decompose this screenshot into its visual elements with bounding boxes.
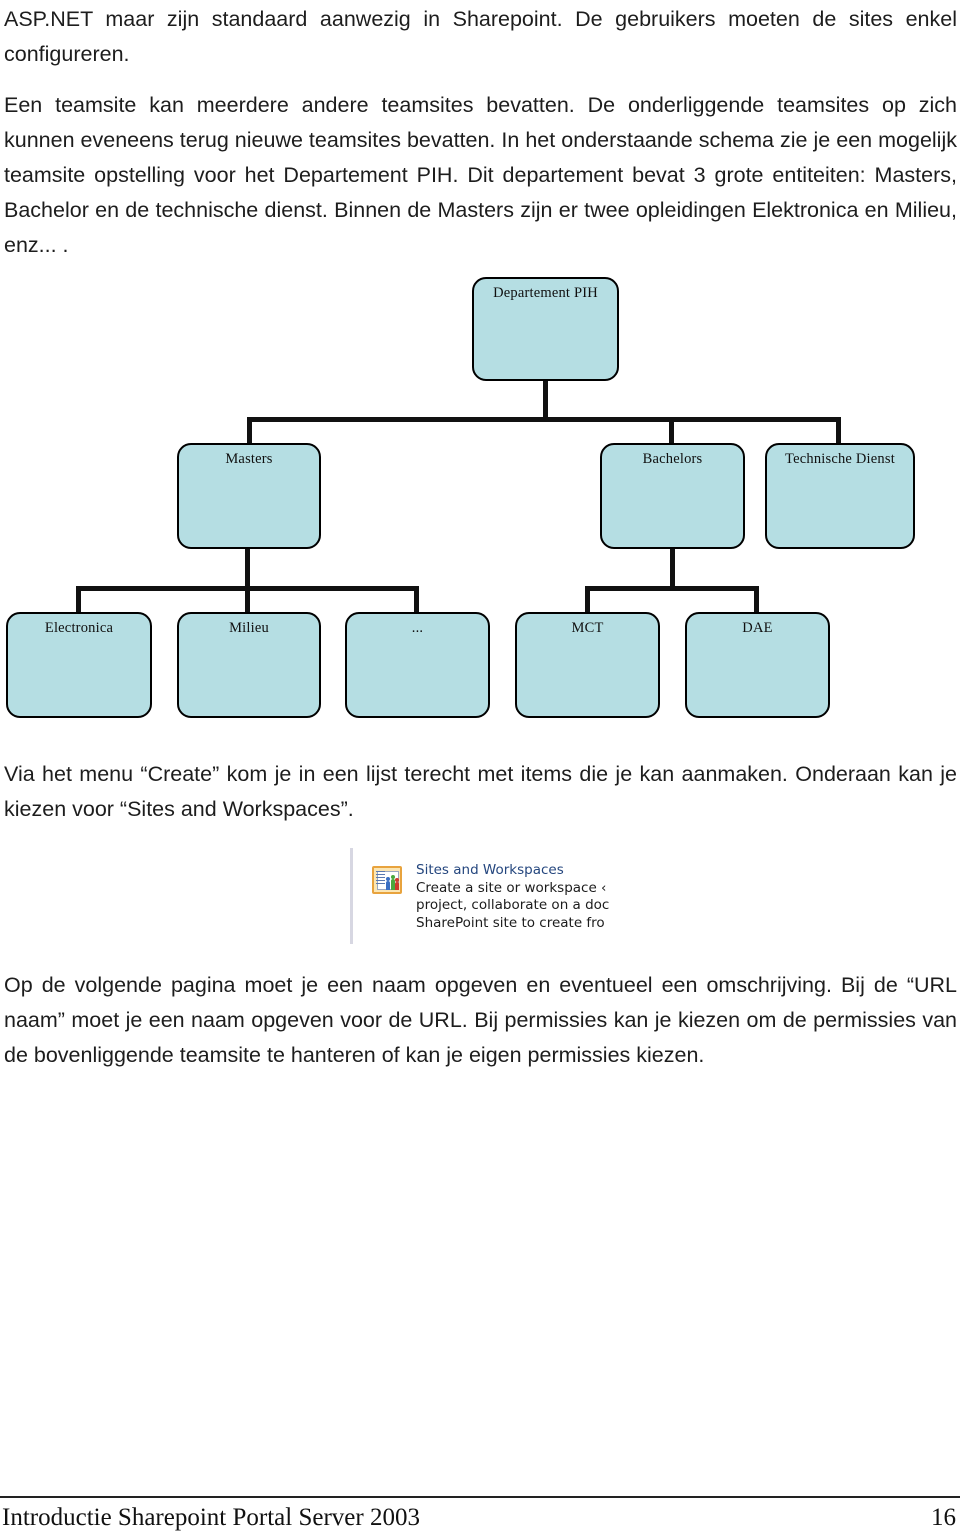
footer-separator xyxy=(0,1496,960,1498)
node-milieu[interactable]: Milieu xyxy=(177,612,321,718)
icon-list-lines xyxy=(376,871,385,884)
edge-drop-milieu xyxy=(245,586,250,613)
footer-title: Introductie Sharepoint Portal Server 200… xyxy=(2,1504,420,1531)
sites-and-workspaces-icon xyxy=(372,866,402,894)
document-page: ASP.NET maar zijn standaard aanwezig in … xyxy=(0,0,960,1540)
node-bachelors[interactable]: Bachelors xyxy=(600,443,745,549)
node-label: DAE xyxy=(742,620,773,636)
paragraph-create-menu: Via het menu “Create” kom je in een lijs… xyxy=(4,762,957,821)
edge-drop-dae xyxy=(754,586,759,613)
node-technische-dienst[interactable]: Technische Dienst xyxy=(765,443,915,549)
screenshot-text-block: Sites and Workspaces Create a site or wo… xyxy=(416,862,628,932)
edge-bachelors-stem xyxy=(670,548,675,588)
edge-drop-bachelors xyxy=(669,417,674,444)
node-masters[interactable]: Masters xyxy=(177,443,321,549)
node-dae[interactable]: DAE xyxy=(685,612,830,718)
paragraph-naming-permissions: Op de volgende pagina moet je een naam o… xyxy=(4,973,957,1067)
node-departement-pih[interactable]: Departement PIH xyxy=(472,277,619,381)
node-label: Departement PIH xyxy=(493,285,598,301)
edge-drop-ellipsis xyxy=(414,586,419,613)
node-label: Bachelors xyxy=(642,451,703,467)
node-electronica[interactable]: Electronica xyxy=(6,612,152,718)
node-label: MCT xyxy=(571,620,604,636)
icon-person-body xyxy=(395,882,399,890)
node-label: Masters xyxy=(225,451,273,467)
edge-drop-technische-dienst xyxy=(836,417,841,444)
edge-level2-bus xyxy=(247,417,841,422)
node-label: Technische Dienst xyxy=(785,451,895,467)
edge-masters-stem xyxy=(245,548,250,588)
paragraph-teamsite-structure: Een teamsite kan meerdere andere teamsit… xyxy=(4,93,957,257)
paragraph-intro: ASP.NET maar zijn standaard aanwezig in … xyxy=(4,7,957,66)
org-chart-diagram: Departement PIH Masters Bachelors Techni… xyxy=(0,262,960,732)
node-label: Milieu xyxy=(229,620,269,636)
edge-root-stem xyxy=(543,379,548,419)
screenshot-description-line: SharePoint site to create fro xyxy=(416,914,605,931)
edge-drop-electronica xyxy=(76,586,81,613)
icon-person-body xyxy=(386,881,390,890)
sites-and-workspaces-link[interactable]: Sites and Workspaces xyxy=(416,862,628,880)
edge-drop-masters xyxy=(247,417,252,444)
page-footer: Introductie Sharepoint Portal Server 200… xyxy=(0,1500,960,1540)
screenshot-divider xyxy=(350,848,353,944)
screenshot-description-line: Create a site or workspace ‹ xyxy=(416,879,607,896)
edge-bachelors-bus xyxy=(585,586,759,591)
node-label: Electronica xyxy=(44,620,114,636)
footer-page-number: 16 xyxy=(931,1504,956,1531)
screenshot-description-line: project, collaborate on a doc xyxy=(416,897,610,913)
node-ellipsis[interactable]: ... xyxy=(345,612,490,718)
sharepoint-screenshot: Sites and Workspaces Create a site or wo… xyxy=(350,848,628,944)
node-mct[interactable]: MCT xyxy=(515,612,660,718)
edge-drop-mct xyxy=(585,586,590,613)
node-label: ... xyxy=(411,620,424,636)
